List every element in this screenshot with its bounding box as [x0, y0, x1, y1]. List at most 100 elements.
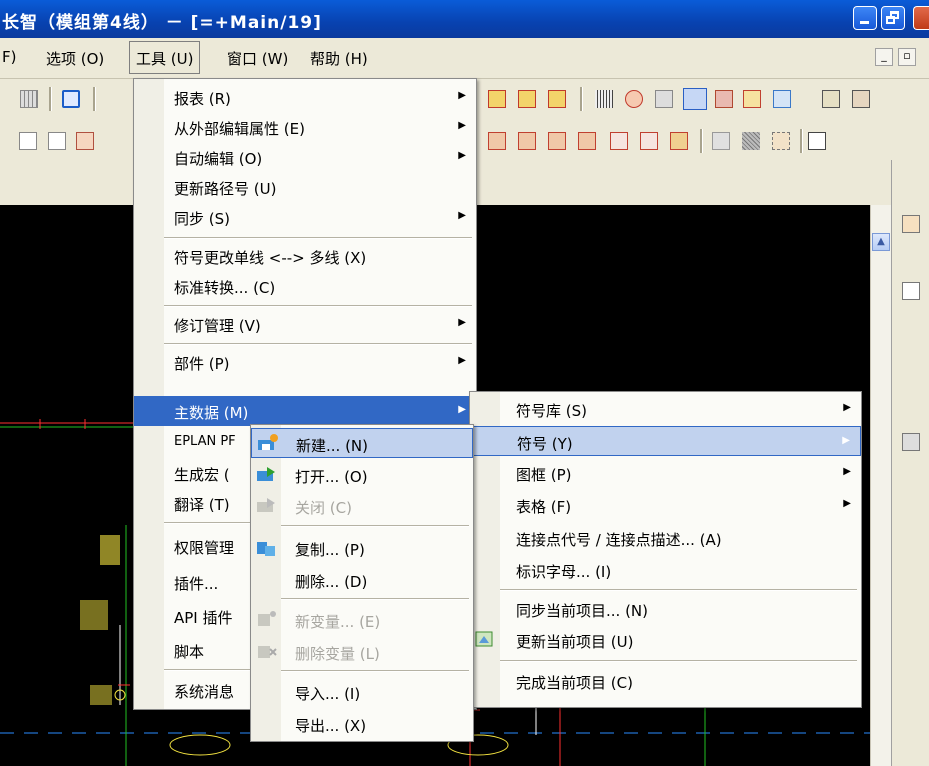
- menu-item-label: 标准转换... (C): [174, 279, 276, 297]
- master-data-menu: 符号库 (S) ▶ 符号 (Y) ▶ 图框 (P) ▶ 表格 (F) ▶ 连接点代号 /…: [469, 391, 862, 708]
- text-icon[interactable]: [822, 90, 840, 108]
- menu-separator: [281, 670, 469, 672]
- connection-icon-3[interactable]: [548, 90, 566, 108]
- cable-shield: [169, 734, 231, 756]
- device-icon-1[interactable]: [488, 132, 506, 150]
- master-data-item-symbol-library[interactable]: 符号库 (S) ▶: [470, 394, 861, 424]
- menu-item-label: 导出... (X): [295, 717, 367, 735]
- symbol-item-export[interactable]: 导出... (X): [251, 709, 473, 739]
- menu-separator: [281, 525, 469, 527]
- symbol-item-new[interactable]: 新建... (N): [251, 428, 473, 458]
- update-project-icon: [474, 629, 498, 651]
- new-page-icon[interactable]: [19, 132, 37, 150]
- device-icon-2[interactable]: [518, 132, 536, 150]
- menu-item-label: API 插件: [174, 609, 233, 627]
- master-data-item-form[interactable]: 表格 (F) ▶: [470, 490, 861, 520]
- menu-item-label: 部件 (P): [174, 355, 230, 373]
- bracket-icon[interactable]: [655, 90, 673, 108]
- minimize-icon[interactable]: [853, 6, 877, 30]
- symbol-item-copy[interactable]: 复制... (P): [251, 533, 473, 563]
- tools-menu-item-single-multi-line[interactable]: 符号更改单线 <--> 多线 (X): [134, 241, 476, 271]
- menu-item-label: 新建... (N): [296, 437, 368, 455]
- menu-item-label: 插件...: [174, 575, 219, 593]
- menu-options[interactable]: 选项 (O): [46, 48, 104, 69]
- device-icon-7[interactable]: [670, 132, 688, 150]
- connection-icon-2[interactable]: [518, 90, 536, 108]
- toolbar-separator: [580, 87, 583, 111]
- symbol-item-open[interactable]: 打开... (O): [251, 460, 473, 490]
- side-tool-icon[interactable]: [902, 215, 920, 233]
- bridge-icon[interactable]: [715, 90, 733, 108]
- menu-item-label: 自动编辑 (O): [174, 150, 263, 168]
- tools-menu-item-reports[interactable]: 报表 (R) ▶: [134, 82, 476, 112]
- hatch-icon[interactable]: [742, 132, 760, 150]
- submenu-arrow-icon: ▶: [458, 404, 466, 415]
- close-window-icon[interactable]: [913, 6, 929, 30]
- menu-tools[interactable]: 工具 (U): [129, 41, 201, 74]
- menu-separator: [164, 237, 472, 239]
- menu-item-label: 完成当前项目 (C): [516, 674, 633, 692]
- right-toolbar: [891, 160, 929, 766]
- symbol-item-delete[interactable]: 删除... (D): [251, 565, 473, 595]
- symbol-item-import[interactable]: 导入... (I): [251, 677, 473, 707]
- device-icon-6[interactable]: [640, 132, 658, 150]
- tools-menu-item-sync[interactable]: 同步 (S) ▶: [134, 202, 476, 232]
- window-icon[interactable]: [808, 132, 826, 150]
- table-icon[interactable]: [773, 90, 791, 108]
- menu-item-label: 关闭 (C): [295, 499, 352, 517]
- plc-icon[interactable]: [712, 132, 730, 150]
- box-icon[interactable]: [772, 132, 790, 150]
- menu-item-label: 同步 (S): [174, 210, 230, 228]
- menu-item-label: 标识字母... (I): [516, 563, 612, 581]
- master-data-item-sync-project[interactable]: 同步当前项目... (N): [470, 594, 861, 624]
- connection-icon-1[interactable]: [488, 90, 506, 108]
- page-arrow-icon[interactable]: [48, 132, 66, 150]
- monitor-icon[interactable]: [62, 90, 80, 108]
- scroll-up-icon[interactable]: ▲: [872, 233, 890, 251]
- symbol-item-close[interactable]: 关闭 (C): [251, 491, 473, 521]
- side-tool-icon[interactable]: [902, 433, 920, 451]
- dots-icon[interactable]: [595, 90, 613, 108]
- symbol-menu: 新建... (N) 打开... (O) 关闭 (C) 复制... (P) 删除.…: [250, 424, 474, 742]
- mdi-restore-icon[interactable]: ▫: [898, 48, 916, 66]
- vertical-scrollbar[interactable]: ▲: [870, 205, 891, 766]
- master-data-item-frame[interactable]: 图框 (P) ▶: [470, 458, 861, 488]
- master-data-item-connection-point[interactable]: 连接点代号 / 连接点描述... (A): [470, 523, 861, 553]
- tools-menu-item-standard-convert[interactable]: 标准转换... (C): [134, 271, 476, 301]
- terminal-icon[interactable]: [743, 90, 761, 108]
- image-icon[interactable]: [852, 90, 870, 108]
- menu-item-label: 翻译 (T): [174, 496, 230, 514]
- menu-item-label: 复制... (P): [295, 541, 365, 559]
- menu-item-label: 图框 (P): [516, 466, 572, 484]
- device-icon-5[interactable]: [610, 132, 628, 150]
- tools-menu-item-auto-edit[interactable]: 自动编辑 (O) ▶: [134, 142, 476, 172]
- junction-icon[interactable]: [625, 90, 643, 108]
- restore-icon[interactable]: [881, 6, 905, 30]
- tools-menu-item-master-data[interactable]: 主数据 (M) ▶: [134, 396, 476, 426]
- menu-item-label: 打开... (O): [295, 468, 368, 486]
- menu-file[interactable]: F): [2, 48, 16, 66]
- menu-help[interactable]: 帮助 (H): [310, 48, 368, 69]
- menu-item-label: 导入... (I): [295, 685, 361, 703]
- master-data-item-complete-project[interactable]: 完成当前项目 (C): [470, 666, 861, 696]
- device-icon-4[interactable]: [578, 132, 596, 150]
- page-edit-icon[interactable]: [76, 132, 94, 150]
- grid-icon[interactable]: [20, 90, 38, 108]
- tools-menu-item-update-path[interactable]: 更新路径号 (U): [134, 172, 476, 202]
- menu-item-label: 删除变量 (L): [295, 645, 380, 663]
- window-titlebar[interactable]: 长智（模组第4线） － [=+Main/19]: [0, 0, 929, 38]
- tools-menu-item-revision[interactable]: 修订管理 (V) ▶: [134, 309, 476, 339]
- menu-window[interactable]: 窗口 (W): [227, 48, 288, 69]
- side-tool-icon[interactable]: [902, 282, 920, 300]
- master-data-item-symbol[interactable]: 符号 (Y) ▶: [470, 426, 861, 456]
- menu-item-label: 报表 (R): [174, 90, 231, 108]
- tools-menu-item-parts[interactable]: 部件 (P) ▶: [134, 347, 476, 377]
- master-data-item-id-letters[interactable]: 标识字母... (I): [470, 555, 861, 585]
- symbol-item-delete-variant[interactable]: 删除变量 (L): [251, 637, 473, 667]
- mdi-minimize-icon[interactable]: _: [875, 48, 893, 66]
- device-icon-3[interactable]: [548, 132, 566, 150]
- master-data-item-update-project[interactable]: 更新当前项目 (U): [470, 625, 861, 655]
- symbol-omega-icon[interactable]: [683, 88, 707, 110]
- tools-menu-item-external-edit[interactable]: 从外部编辑属性 (E) ▶: [134, 112, 476, 142]
- symbol-item-new-variant[interactable]: 新变量... (E): [251, 605, 473, 635]
